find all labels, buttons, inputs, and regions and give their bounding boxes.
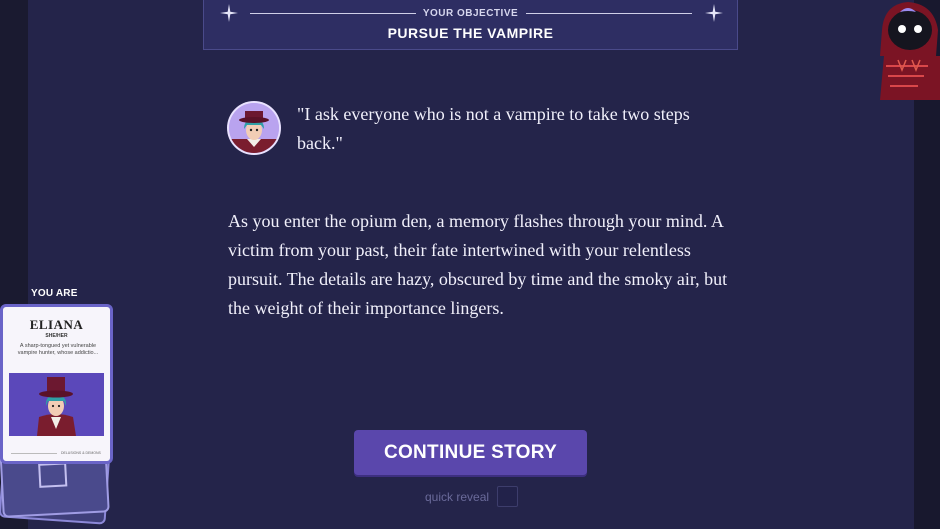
character-pronouns: SHE/HER: [45, 333, 68, 339]
card-divider: [11, 453, 57, 454]
character-portrait: [9, 373, 104, 436]
you-are-label: YOU ARE: [31, 288, 78, 299]
hooded-figure-icon: [880, 2, 940, 100]
sparkle-icon: [705, 4, 723, 22]
continue-story-button[interactable]: CONTINUE STORY: [354, 430, 587, 475]
character-portrait: [229, 103, 279, 153]
dialogue-quote: "I ask everyone who is not a vampire to …: [297, 104, 690, 153]
objective-title: PURSUE THE VAMPIRE: [387, 25, 554, 41]
character-card[interactable]: ELIANA SHE/HER A sharp-tongued yet vulne…: [0, 304, 113, 464]
quick-reveal-label: quick reveal: [425, 490, 490, 504]
character-name: ELIANA: [29, 317, 84, 332]
character-description: A sharp-tongued yet vulnerable vampire h…: [17, 343, 99, 356]
objective-banner: YOUR OBJECTIVE PURSUE THE VAMPIRE: [203, 0, 738, 50]
divider: [526, 13, 692, 14]
story-narration: As you enter the opium den, a memory fla…: [228, 211, 728, 318]
quick-reveal-checkbox[interactable]: [497, 486, 518, 507]
speaker-avatar: [229, 103, 279, 153]
card-footer: DELUSIONS & DEMONS: [61, 451, 101, 455]
